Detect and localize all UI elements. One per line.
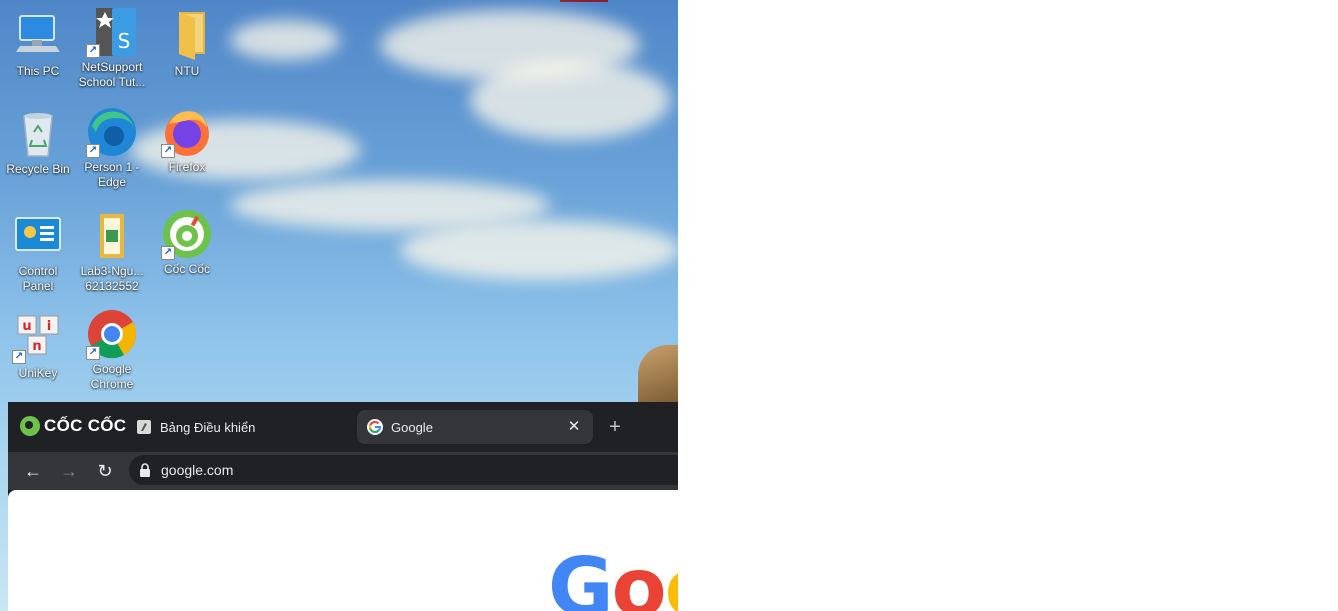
google-logo[interactable]: Goo — [548, 548, 678, 611]
icon-label: Person 1 - Edge — [84, 160, 140, 189]
chrome-icon: ↗ — [86, 308, 138, 360]
this-pc-icon — [12, 10, 64, 62]
desktop-icon-this-pc[interactable]: This PC — [2, 10, 74, 79]
icon-label: Google Chrome — [90, 362, 134, 391]
desktop-icon-edge[interactable]: ↗ Person 1 - Edge — [76, 106, 148, 190]
tab-google[interactable]: Google ✕ — [357, 410, 593, 444]
svg-text:n: n — [32, 339, 41, 354]
tab-strip: CỐC CỐC Bảng Điều khiển Google ✕ + — [8, 402, 678, 452]
desktop-icon-netsupport[interactable]: S ↗ NetSupport School Tut... — [76, 6, 148, 90]
unikey-icon: u i n ↗ — [12, 312, 64, 364]
shortcut-arrow-icon: ↗ — [86, 44, 100, 58]
lock-icon[interactable] — [139, 463, 151, 477]
desktop-icon-chrome[interactable]: ↗ Google Chrome — [76, 308, 148, 392]
google-logo-letter: o — [611, 541, 667, 611]
icon-label: Lab3-Ngu... 62132552 — [80, 264, 144, 293]
control-panel-icon — [12, 210, 64, 262]
new-tab-button[interactable]: + — [604, 416, 626, 438]
desktop-icon-firefox[interactable]: ↗ Firefox — [151, 106, 223, 175]
svg-text:u: u — [22, 319, 31, 334]
desktop-icon-recycle-bin[interactable]: Recycle Bin — [2, 108, 74, 177]
rock-formation — [638, 345, 678, 405]
forward-button[interactable]: → — [58, 460, 80, 482]
icon-label: NetSupport School Tut... — [78, 60, 146, 89]
reload-button[interactable]: ↻ — [94, 460, 116, 482]
tab-bang-dieu-khien[interactable]: Bảng Điều khiển — [126, 410, 346, 444]
svg-text:S: S — [118, 29, 131, 53]
desktop-icon-control-panel[interactable]: Control Panel — [2, 210, 74, 294]
icon-label: NTU — [174, 64, 200, 78]
coccoc-logo-icon — [20, 416, 40, 436]
shortcut-arrow-icon: ↗ — [161, 144, 175, 158]
back-button[interactable]: ← — [22, 460, 44, 482]
browser-toolbar: ← → ↻ google.com — [8, 452, 678, 490]
firefox-icon: ↗ — [161, 106, 213, 158]
browser-window: CỐC CỐC Bảng Điều khiển Google ✕ + ← → ↻… — [8, 402, 678, 611]
tab-favicon-icon — [136, 419, 152, 435]
icon-label: UniKey — [18, 366, 58, 380]
shortcut-arrow-icon: ↗ — [161, 246, 175, 260]
address-text: google.com — [161, 462, 234, 478]
icon-label: This PC — [16, 64, 60, 78]
recycle-bin-icon — [12, 108, 64, 160]
icon-label: Control Panel — [18, 264, 58, 293]
shortcut-arrow-icon: ↗ — [12, 350, 26, 364]
netsupport-icon: S ↗ — [86, 6, 138, 58]
coccoc-icon: ↗ — [161, 208, 213, 260]
edge-icon: ↗ — [86, 106, 138, 158]
window-edge — [560, 0, 608, 2]
icon-label: Cốc Cốc — [163, 262, 210, 276]
svg-text:i: i — [47, 319, 51, 334]
desktop-icon-coccoc[interactable]: ↗ Cốc Cốc — [151, 208, 223, 277]
brand-name: CỐC CỐC — [44, 416, 127, 435]
folder-icon — [161, 10, 213, 62]
page-content: Goo — [8, 490, 678, 611]
coccoc-logo[interactable]: CỐC CỐC — [20, 416, 126, 436]
shortcut-arrow-icon: ↗ — [86, 346, 100, 360]
icon-label: Recycle Bin — [6, 162, 70, 176]
tab-title: Bảng Điều khiển — [160, 419, 256, 435]
address-bar[interactable]: google.com — [129, 455, 678, 485]
google-logo-letter: o — [665, 541, 678, 611]
icon-label: Firefox — [168, 160, 206, 174]
shortcut-arrow-icon: ↗ — [86, 144, 100, 158]
google-logo-letter: G — [548, 541, 614, 611]
desktop-icon-unikey[interactable]: u i n ↗ UniKey — [2, 312, 74, 381]
desktop-icon-ntu[interactable]: NTU — [151, 10, 223, 79]
close-tab-icon[interactable]: ✕ — [565, 418, 583, 436]
document-folder-icon — [86, 210, 138, 262]
google-favicon-icon — [367, 419, 383, 435]
desktop-icon-lab3[interactable]: Lab3-Ngu... 62132552 — [76, 210, 148, 294]
tab-title: Google — [391, 419, 433, 435]
